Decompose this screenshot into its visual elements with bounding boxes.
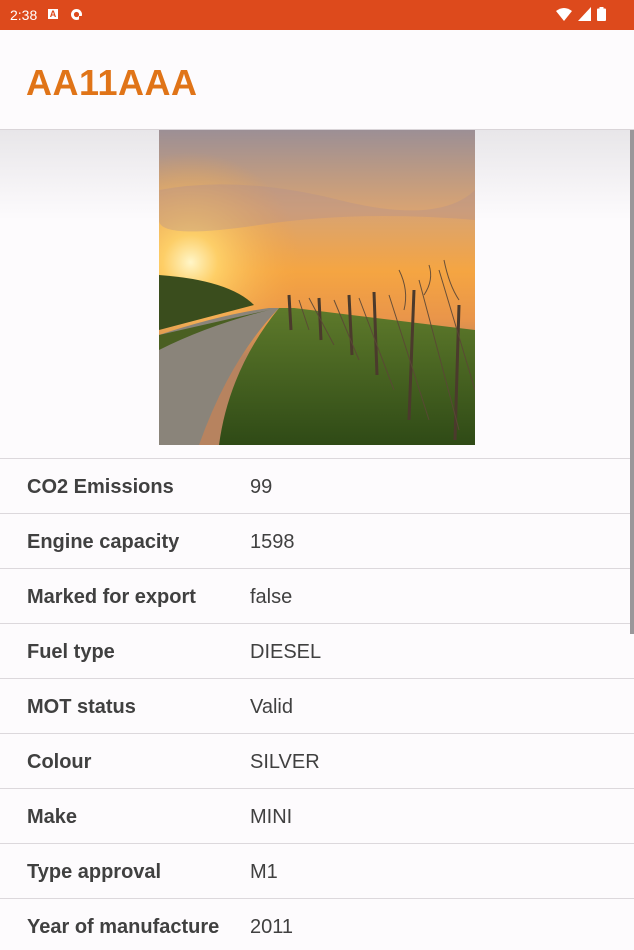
- detail-label: Marked for export: [27, 586, 196, 608]
- vehicle-image-area: [0, 130, 634, 459]
- status-time: 2:38: [10, 7, 38, 23]
- detail-label: MOT status: [27, 696, 136, 718]
- detail-label: Fuel type: [27, 641, 115, 663]
- detail-label: Engine capacity: [27, 531, 180, 553]
- detail-row-make: Make MINI: [0, 789, 634, 844]
- page-title: AA11AAA: [26, 62, 198, 103]
- detail-row-mot-status: MOT status Valid: [0, 679, 634, 734]
- vehicle-photo: [159, 130, 475, 445]
- detail-value: 1598: [250, 531, 295, 553]
- detail-value: 2011: [250, 916, 294, 938]
- detail-label: Make: [27, 806, 78, 828]
- system-icons: [554, 7, 606, 23]
- status-bar: 2:38 A: [0, 0, 634, 30]
- details-list: CO2 Emissions 99 Engine capacity 1598 Ma…: [0, 459, 634, 950]
- a-notification-icon: A: [48, 9, 58, 19]
- sync-notification-icon: [70, 8, 83, 24]
- vehicle-details-list[interactable]: CO2 Emissions 99 Engine capacity 1598 Ma…: [0, 130, 634, 950]
- detail-label: Type approval: [27, 861, 162, 883]
- detail-value: 99: [250, 476, 273, 498]
- notification-letter: A: [49, 9, 57, 19]
- cell-signal-icon: [578, 7, 592, 21]
- detail-label: Colour: [27, 751, 92, 773]
- detail-row-colour: Colour SILVER: [0, 734, 634, 789]
- battery-icon: [597, 7, 606, 21]
- detail-row-co2-emissions: CO2 Emissions 99: [0, 459, 634, 514]
- detail-value: false: [250, 586, 293, 608]
- detail-row-year-of-manufacture: Year of manufacture 2011: [0, 899, 634, 950]
- detail-value: Valid: [250, 696, 293, 718]
- detail-value: MINI: [250, 806, 293, 828]
- detail-value: DIESEL: [250, 641, 322, 663]
- scrollbar[interactable]: [630, 130, 634, 634]
- detail-row-type-approval: Type approval M1: [0, 844, 634, 899]
- app-bar: AA11AAA: [0, 30, 634, 130]
- detail-label: CO2 Emissions: [27, 476, 174, 498]
- detail-value: M1: [250, 861, 278, 883]
- detail-value: SILVER: [250, 751, 320, 773]
- detail-label: Year of manufacture: [27, 916, 220, 938]
- wifi-icon: [556, 8, 573, 21]
- detail-row-fuel-type: Fuel type DIESEL: [0, 624, 634, 679]
- detail-row-engine-capacity: Engine capacity 1598: [0, 514, 634, 569]
- detail-row-marked-for-export: Marked for export false: [0, 569, 634, 624]
